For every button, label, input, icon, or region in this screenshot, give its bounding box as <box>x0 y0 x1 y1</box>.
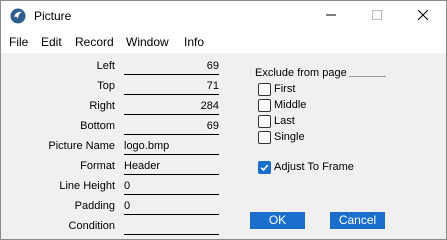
picture-name-field[interactable]: logo.bmp <box>124 139 219 155</box>
picture-window: Picture File Edit Record Window Info Lef… <box>0 0 447 240</box>
right-label: Right <box>89 100 115 112</box>
right-field[interactable]: 284 <box>124 99 219 115</box>
exclude-divider <box>349 76 386 77</box>
condition-label: Condition <box>68 220 115 232</box>
last-checkbox[interactable] <box>258 115 271 128</box>
bottom-field[interactable]: 69 <box>124 119 219 135</box>
close-icon <box>417 9 429 23</box>
single-checkbox[interactable] <box>258 131 271 144</box>
line-height-label: Line Height <box>59 180 115 192</box>
left-field[interactable]: 69 <box>124 59 219 75</box>
line-height-field[interactable]: 0 <box>124 179 219 195</box>
checkmark-icon <box>260 164 269 172</box>
maximize-icon <box>372 9 382 23</box>
app-logo-icon <box>10 8 26 24</box>
menu-file[interactable]: File <box>9 35 28 49</box>
first-checkbox-label[interactable]: First <box>274 83 295 95</box>
minimize-button[interactable] <box>308 1 354 31</box>
menu-record[interactable]: Record <box>75 35 114 49</box>
adjust-to-frame-label[interactable]: Adjust To Frame <box>274 161 354 173</box>
menu-edit[interactable]: Edit <box>41 35 62 49</box>
single-checkbox-label[interactable]: Single <box>274 131 305 143</box>
format-field[interactable]: Header <box>124 159 219 175</box>
minimize-icon <box>326 9 336 23</box>
title-bar[interactable]: Picture <box>1 1 446 31</box>
padding-field[interactable]: 0 <box>124 199 219 215</box>
window-title: Picture <box>34 9 72 23</box>
menu-info[interactable]: Info <box>184 35 204 49</box>
last-checkbox-label[interactable]: Last <box>274 115 295 127</box>
padding-label: Padding <box>74 200 115 212</box>
maximize-button[interactable] <box>354 1 400 31</box>
ok-button[interactable]: OK <box>250 212 305 229</box>
format-label: Format <box>80 160 115 172</box>
adjust-to-frame-checkbox[interactable] <box>258 161 271 174</box>
top-label: Top <box>97 80 115 92</box>
close-button[interactable] <box>400 1 446 31</box>
exclude-from-page-label: Exclude from page <box>255 67 347 79</box>
middle-checkbox-label[interactable]: Middle <box>274 99 306 111</box>
bottom-label: Bottom <box>80 120 115 132</box>
picture-name-label: Picture Name <box>48 140 115 152</box>
condition-field[interactable] <box>124 219 219 235</box>
menu-bar: File Edit Record Window Info <box>1 31 446 53</box>
top-field[interactable]: 71 <box>124 79 219 95</box>
cancel-button[interactable]: Cancel <box>330 212 385 229</box>
first-checkbox[interactable] <box>258 83 271 96</box>
menu-window[interactable]: Window <box>126 35 169 49</box>
middle-checkbox[interactable] <box>258 99 271 112</box>
left-label: Left <box>96 60 115 72</box>
